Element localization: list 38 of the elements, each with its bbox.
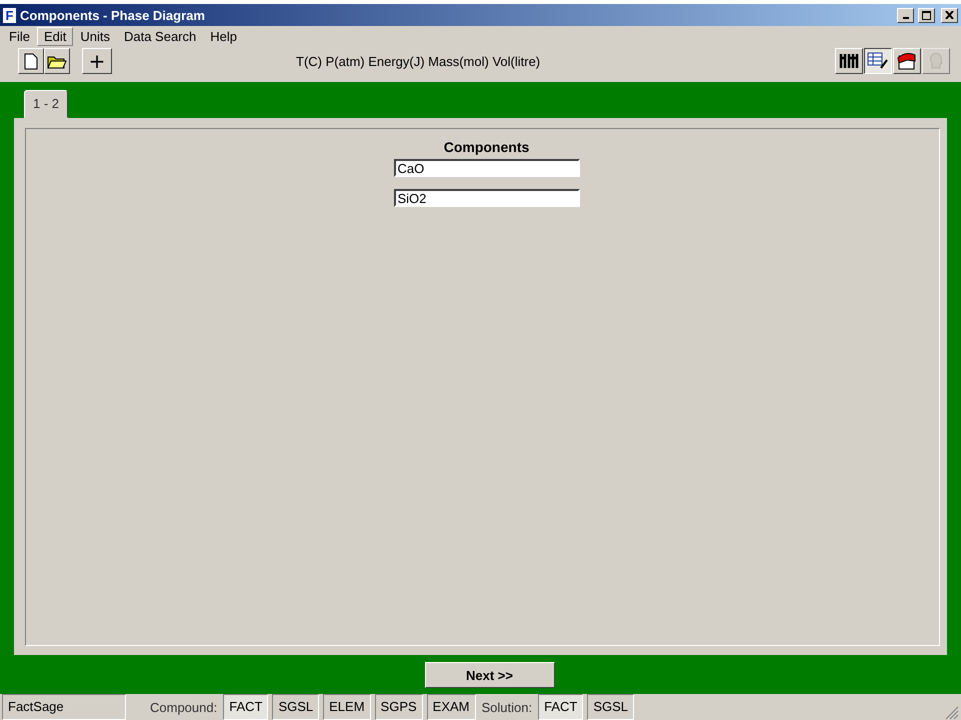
close-button[interactable]: [941, 8, 958, 22]
units-label: T(C) P(atm) Energy(J) Mass(mol) Vol(litre): [296, 54, 542, 68]
head-icon: [927, 52, 945, 70]
resize-grip-icon: [945, 706, 959, 720]
table-button[interactable]: [864, 48, 892, 74]
database-group-label: Solution:: [480, 700, 534, 714]
database-group-label: Compound:: [149, 700, 218, 714]
minimize-button[interactable]: [897, 8, 914, 22]
database-toggle[interactable]: SGSL: [587, 694, 634, 720]
close-icon: [945, 11, 954, 19]
tab[interactable]: 1 - 2: [24, 90, 68, 118]
database-toggle[interactable]: SGPS: [374, 694, 423, 720]
database-toggle[interactable]: EXAM: [426, 694, 476, 720]
menu-item[interactable]: Help: [203, 26, 244, 46]
maximize-icon: [922, 10, 931, 20]
fork-button[interactable]: [835, 48, 863, 74]
window-title: Components - Phase Diagram: [20, 8, 205, 22]
component-field[interactable]: SiO2: [394, 189, 580, 207]
add-button[interactable]: +: [82, 48, 112, 74]
table-edit-icon: [867, 52, 889, 70]
open-folder-button[interactable]: [44, 48, 70, 74]
menu-item[interactable]: Data Search: [116, 26, 204, 46]
components-heading: Components: [444, 139, 530, 155]
menu-item[interactable]: File: [2, 26, 37, 46]
menu-item[interactable]: Units: [73, 26, 117, 46]
next-button[interactable]: Next >>: [424, 662, 554, 688]
maximize-button[interactable]: [918, 8, 935, 22]
app-name-panel: FactSage: [2, 694, 126, 720]
database-toggle[interactable]: FACT: [538, 694, 584, 720]
menu-item[interactable]: Edit: [36, 26, 74, 46]
database-toggle[interactable]: FACT: [223, 694, 268, 720]
app-icon: F: [3, 8, 16, 22]
document-icon: [24, 52, 38, 70]
book-button[interactable]: [893, 48, 921, 74]
database-toggle[interactable]: ELEM: [323, 694, 371, 720]
database-toggle[interactable]: SGSL: [272, 694, 320, 720]
new-file-button[interactable]: [18, 48, 44, 74]
component-field[interactable]: CaO: [394, 159, 580, 177]
